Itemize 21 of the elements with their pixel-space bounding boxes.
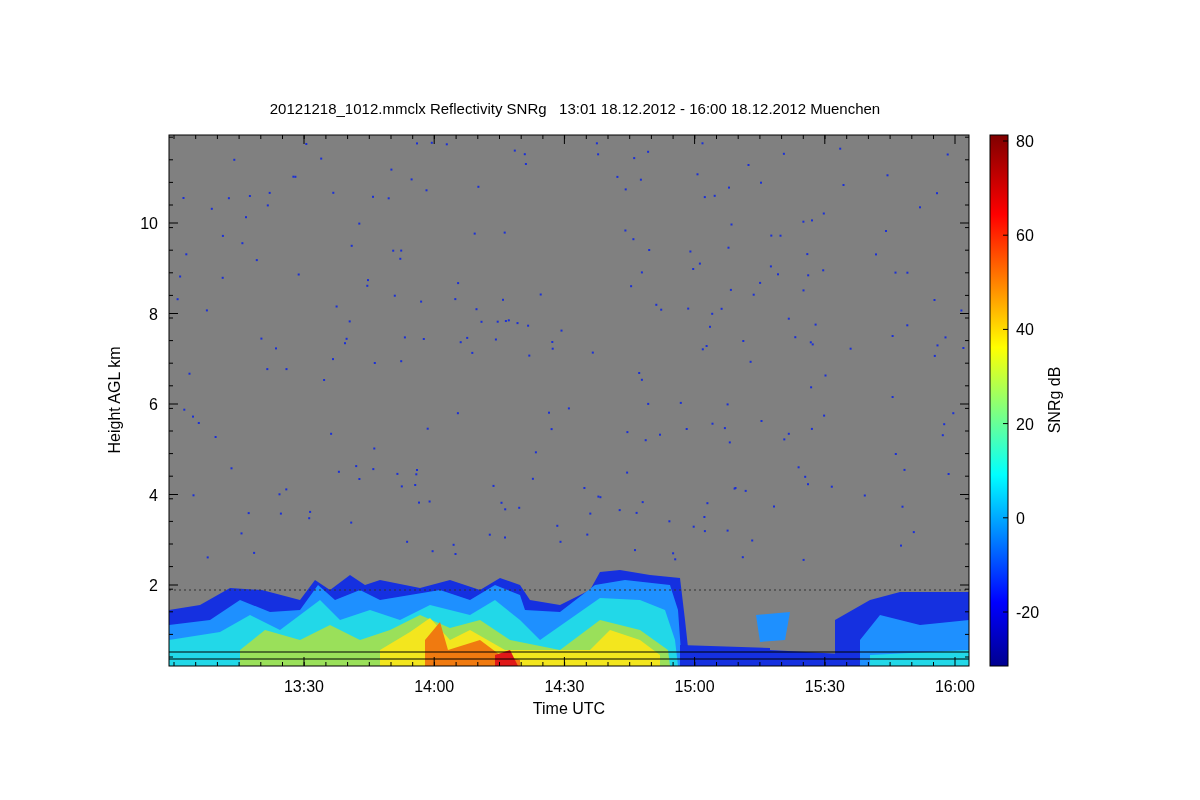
x-tick-label: 15:30 [804,678,845,695]
colorbar-tick-label: 40 [1016,321,1034,339]
colorbar-tick-label: 80 [1016,133,1034,150]
x-tick-label: 14:30 [544,678,585,695]
chart-title: 20121218_1012.mmclx Reflectivity SNRg 13:01 18.12.2012 - 16:00 18.12.2012 Muenchen [269,100,881,117]
x-tick-label: 14:00 [414,678,455,695]
x-tick-label: 15:00 [674,678,715,695]
x-tick-label: 13:30 [284,678,324,695]
colorbar-tick-label: 20 [1016,415,1034,433]
colorbar-tick-label: 60 [1016,227,1034,245]
x-tick-label: 16:00 [935,678,975,695]
colorbar-label: SNRg dB [1046,366,1063,434]
y-tick-label: 2 [149,577,158,594]
y-tick-label: 8 [149,305,158,323]
y-tick-label: 4 [149,486,158,504]
y-tick-label: 6 [149,396,158,413]
colorbar-tick-label: 0 [1016,509,1025,527]
colorbar-tick-label: -20 [1016,604,1040,621]
y-tick-label: 10 [140,215,158,232]
y-axis-label: Height AGL km [106,346,123,454]
x-axis-label: Time UTC [532,700,606,717]
